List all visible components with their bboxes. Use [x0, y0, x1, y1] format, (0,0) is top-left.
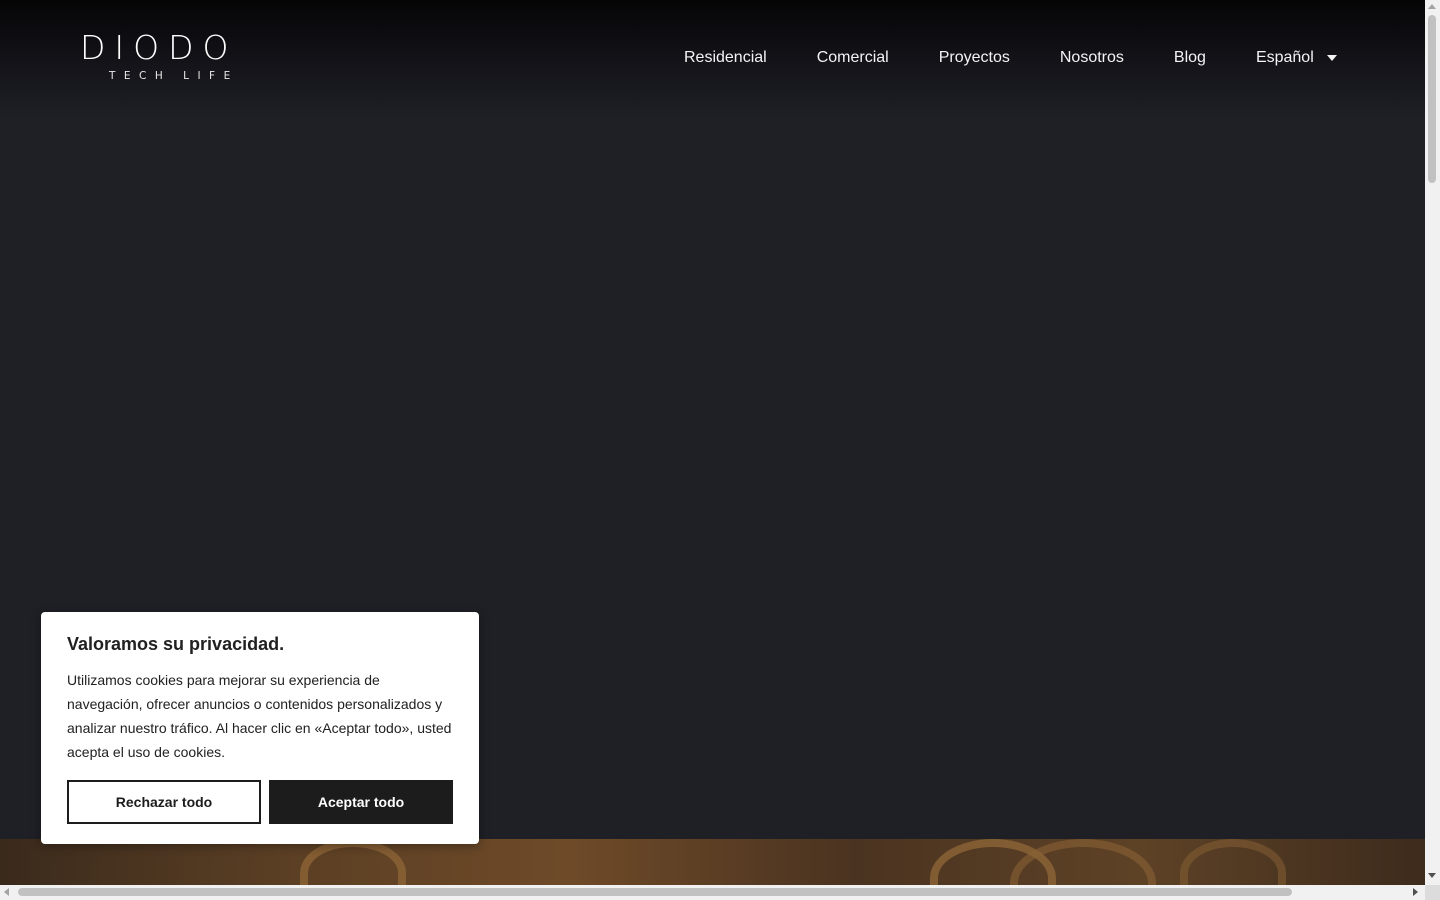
reject-all-button[interactable]: Rechazar todo — [67, 780, 261, 824]
scrollbar-corner — [1425, 885, 1440, 900]
caret-down-icon — [1326, 55, 1337, 61]
scroll-right-arrow-icon[interactable] — [1413, 888, 1418, 896]
cookie-title: Valoramos su privacidad. — [67, 634, 285, 654]
language-label: Español — [1255, 49, 1314, 66]
scroll-down-arrow-icon[interactable] — [1428, 873, 1436, 878]
nav-item-blog[interactable]: Blog — [1174, 47, 1206, 69]
logo-wordmark: DIODO — [80, 28, 238, 67]
nav-item-comercial[interactable]: Comercial — [817, 47, 889, 69]
chair-shape — [1010, 839, 1156, 885]
horizontal-scrollbar[interactable] — [0, 885, 1425, 900]
nav-item-residencial[interactable]: Residencial — [684, 47, 767, 69]
scroll-left-arrow-icon[interactable] — [4, 888, 9, 896]
scroll-up-arrow-icon[interactable] — [1428, 4, 1436, 9]
logo-tagline: TECH LIFE — [109, 70, 239, 82]
vertical-scrollbar[interactable] — [1425, 0, 1440, 885]
nav-item-nosotros[interactable]: Nosotros — [1060, 47, 1124, 69]
diodo-logo[interactable]: DIODO TECH LIFE — [80, 28, 245, 83]
horizontal-scroll-thumb[interactable] — [18, 888, 1292, 896]
cookie-consent-banner: Valoramos su privacidad. Utilizamos cook… — [41, 612, 479, 844]
chair-shape — [300, 839, 406, 885]
language-selector[interactable]: Español — [1256, 47, 1337, 69]
accept-all-button[interactable]: Aceptar todo — [269, 780, 453, 824]
cookie-description: Utilizamos cookies para mejorar su exper… — [67, 672, 452, 760]
chair-shape — [1180, 839, 1286, 885]
nav-item-proyectos[interactable]: Proyectos — [939, 47, 1010, 69]
main-nav: Residencial Comercial Proyectos Nosotros… — [684, 46, 1337, 70]
hero-image — [0, 839, 1425, 885]
page-viewport: DIODO TECH LIFE Residencial Comercial Pr… — [0, 0, 1425, 885]
vertical-scroll-thumb[interactable] — [1428, 15, 1436, 183]
site-header: DIODO TECH LIFE Residencial Comercial Pr… — [0, 0, 1425, 120]
